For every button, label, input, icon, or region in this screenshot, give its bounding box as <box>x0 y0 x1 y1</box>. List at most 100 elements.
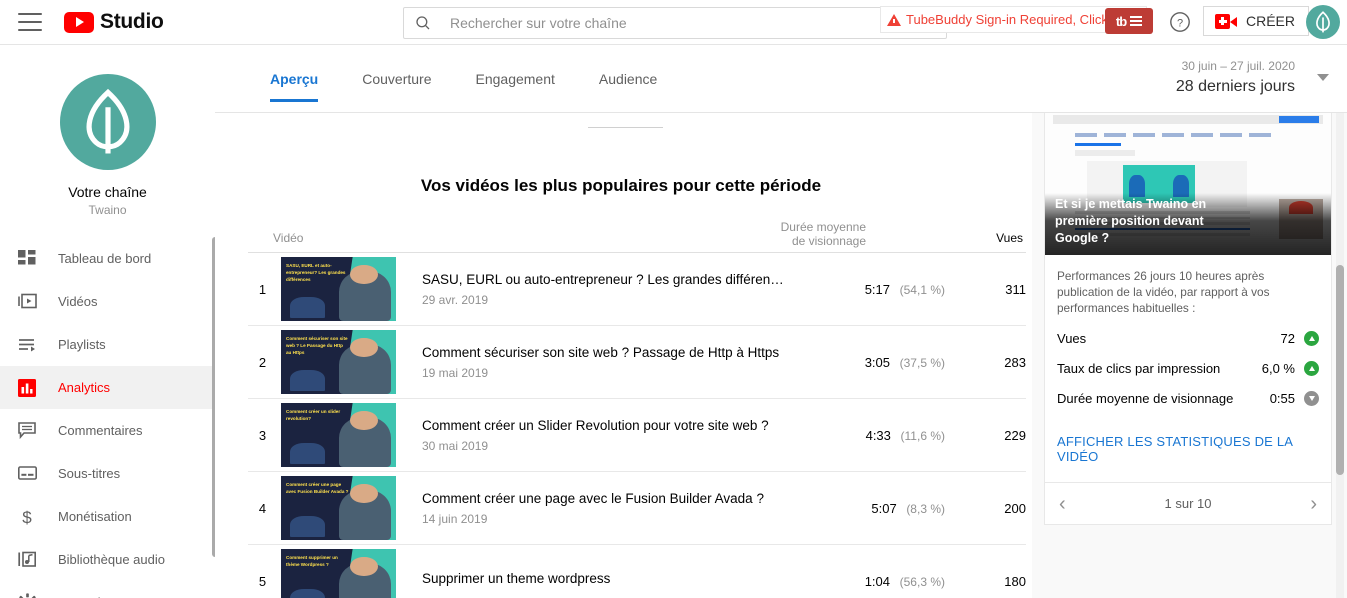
tab-couverture[interactable]: Couverture <box>340 71 453 102</box>
sidebar-item-sous-titres[interactable]: Sous-titres <box>0 452 215 495</box>
table-row[interactable]: 2 Comment sécuriser son site web ? Le Pa… <box>248 326 1026 399</box>
row-video-info: Supprimer un theme wordpress <box>396 571 788 592</box>
left-sidebar: Votre chaîne Twaino Tableau de bord Vidé… <box>0 45 215 598</box>
table-row[interactable]: 3 Comment créer un slider revolution? Co… <box>248 399 1026 472</box>
row-video-info: Comment créer un Slider Revolution pour … <box>396 418 788 453</box>
create-button[interactable]: CRÉER <box>1203 6 1310 36</box>
video-date: 29 avr. 2019 <box>422 292 489 307</box>
video-thumbnail[interactable]: Comment créer une page avec Fusion Build… <box>281 476 396 540</box>
row-rank: 5 <box>258 573 267 589</box>
leaf-avatar-icon <box>1316 11 1330 33</box>
video-date: 19 mai 2019 <box>422 365 489 380</box>
page-title: Vos vidéos les plus populaires pour cett… <box>420 176 822 195</box>
metric-value: 0:55 <box>1269 391 1295 406</box>
row-duration: 3:05 (37,5 %) <box>788 355 948 370</box>
date-range-dates: 30 juin – 27 juil. 2020 <box>1181 59 1295 73</box>
tab-engagement[interactable]: Engagement <box>454 71 577 102</box>
row-rank: 2 <box>258 354 267 370</box>
search-input[interactable] <box>450 15 936 31</box>
sidebar-item-parametres[interactable]: Paramètres <box>0 581 215 598</box>
account-avatar[interactable] <box>1306 5 1340 39</box>
view-video-stats-link[interactable]: AFFICHER LES STATISTIQUES DE LA VIDÉO <box>1045 434 1331 478</box>
youtube-play-icon <box>64 11 94 33</box>
row-video-info: SASU, EURL ou auto-entrepreneur ? Les gr… <box>396 272 788 307</box>
row-video-info: Comment créer une page avec le Fusion Bu… <box>396 491 788 526</box>
channel-avatar[interactable] <box>59 74 156 170</box>
duration-value: 1:04 <box>864 573 891 589</box>
video-preview-thumbnail[interactable]: Et si je mettais Twaino en première posi… <box>1045 113 1331 255</box>
sidebar-item-videos[interactable]: Vidéos <box>0 280 215 323</box>
sidebar-item-analytics[interactable]: Analytics <box>0 366 215 409</box>
metric-value: 6,0 % <box>1261 361 1295 376</box>
duration-value: 4:33 <box>865 427 891 443</box>
sidebar-item-label: Vidéos <box>58 294 98 309</box>
thumbnail-overlay-text: Comment créer une page avec Fusion Build… <box>286 482 349 494</box>
performance-body: Performances 26 jours 10 heures après pu… <box>1045 255 1331 416</box>
table-row[interactable]: 4 Comment créer une page avec Fusion Bui… <box>248 472 1026 545</box>
analytics-bar-chart-icon <box>16 377 38 399</box>
video-camera-plus-icon <box>1215 13 1237 29</box>
video-title: Comment sécuriser son site web ? Passage… <box>422 344 780 360</box>
sidebar-item-label: Tableau de bord <box>58 251 152 266</box>
date-range-text: 30 juin – 27 juil. 2020 28 derniers jour… <box>1176 59 1295 96</box>
row-views: 283 <box>1004 354 1026 370</box>
playlist-icon <box>16 334 38 356</box>
pagination-label: 1 sur 10 <box>1164 496 1212 511</box>
dollar-sign-icon: $ <box>16 506 38 528</box>
row-views: 229 <box>1004 427 1026 443</box>
studio-logo[interactable]: Studio <box>64 10 164 34</box>
page-scrollbar-thumb[interactable] <box>1336 265 1344 475</box>
video-table: 1 SASU, EURL et auto-entrepreneur? Les g… <box>248 253 1026 598</box>
video-thumbnail[interactable]: Comment supprimer un thème Wordpress ? <box>281 549 396 598</box>
video-thumbnail[interactable]: Comment sécuriser son site web ? Le Pass… <box>281 330 396 394</box>
column-header-video: Vidéo <box>273 231 304 245</box>
help-button[interactable]: ? <box>1168 10 1192 34</box>
tubebuddy-menu-icon <box>1130 16 1143 26</box>
date-range-preset: 28 derniers jours <box>1175 78 1295 95</box>
analytics-tabs: Aperçu Couverture Engagement Audience <box>248 71 679 102</box>
duration-value: 3:05 <box>864 354 891 370</box>
hamburger-icon[interactable] <box>18 13 42 31</box>
duration-percent: (56,3 %) <box>899 574 945 589</box>
row-duration: 1:04 (56,3 %) <box>788 574 948 589</box>
top-bar: Studio TubeBuddy Sign-in Required, Click… <box>0 0 1347 45</box>
dashboard-icon <box>16 248 38 270</box>
video-title: SASU, EURL ou auto-entrepreneur ? Les gr… <box>422 271 788 287</box>
sidebar-item-monetisation[interactable]: $ Monétisation <box>0 495 215 538</box>
sidebar-item-tableau-de-bord[interactable]: Tableau de bord <box>0 237 215 280</box>
sidebar-item-playlists[interactable]: Playlists <box>0 323 215 366</box>
gear-icon <box>16 592 38 598</box>
section-divider <box>588 127 663 128</box>
column-header-views: Vues <box>996 231 1023 245</box>
metric-value: 72 <box>1280 331 1295 346</box>
subtitles-icon <box>16 463 38 485</box>
row-views: 180 <box>1004 573 1026 589</box>
chevron-right-icon[interactable]: › <box>1310 494 1317 514</box>
table-row[interactable]: 1 SASU, EURL et auto-entrepreneur? Les g… <box>248 253 1026 326</box>
sidebar-item-bibliotheque-audio[interactable]: Bibliothèque audio <box>0 538 215 581</box>
tab-apercu[interactable]: Aperçu <box>248 71 340 102</box>
thumbnail-overlay-text: Comment supprimer un thème Wordpress ? <box>286 555 338 567</box>
arrow-up-icon <box>1304 361 1319 376</box>
sidebar-item-commentaires[interactable]: Commentaires <box>0 409 215 452</box>
sidebar-item-label: Analytics <box>58 380 111 395</box>
video-thumbnail[interactable]: SASU, EURL et auto-entrepreneur? Les gra… <box>281 257 396 321</box>
tubebuddy-label: tb <box>1115 13 1127 29</box>
video-date: 30 mai 2019 <box>422 438 489 453</box>
video-thumbnail[interactable]: Comment créer un slider revolution? <box>281 403 396 467</box>
analytics-tabs-bar: Aperçu Couverture Engagement Audience 30… <box>215 45 1347 113</box>
thumbnail-overlay-text: Comment créer un slider revolution? <box>286 409 341 421</box>
thumbnail-overlay-text: Comment sécuriser son site web ? Le Pass… <box>286 336 348 355</box>
search-bar[interactable] <box>403 7 947 39</box>
metric-label: Vues <box>1057 331 1087 346</box>
chevron-left-icon[interactable]: ‹ <box>1059 494 1066 514</box>
tab-audience[interactable]: Audience <box>577 71 679 102</box>
date-range-selector[interactable]: 30 juin – 27 juil. 2020 28 derniers jour… <box>1176 59 1329 96</box>
help-circle-icon: ? <box>1170 12 1190 32</box>
arrow-up-icon <box>1304 331 1319 346</box>
thumbnail-result-count <box>1075 150 1135 156</box>
tubebuddy-button[interactable]: tb <box>1105 8 1153 34</box>
table-row[interactable]: 5 Comment supprimer un thème Wordpress ?… <box>248 545 1026 598</box>
row-views: 311 <box>1005 281 1026 297</box>
sidebar-item-label: Bibliothèque audio <box>58 552 165 567</box>
